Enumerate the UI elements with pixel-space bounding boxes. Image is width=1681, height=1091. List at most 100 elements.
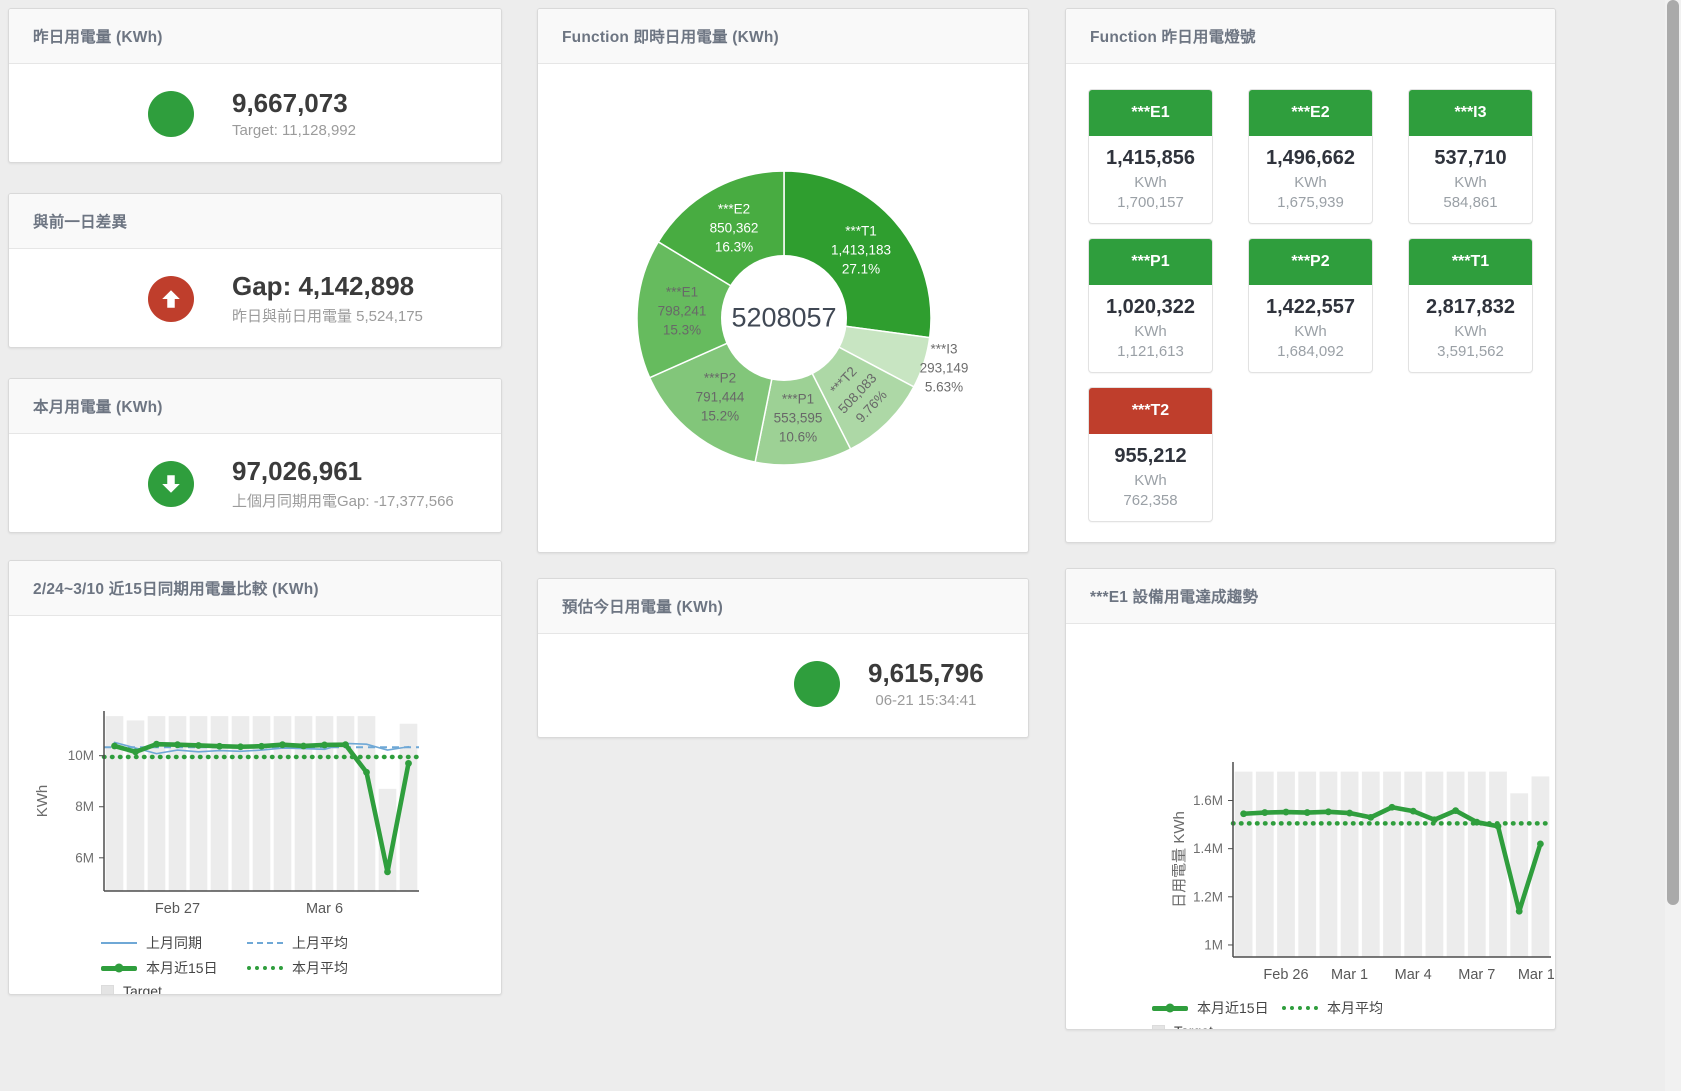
legend-item-item1[interactable]: 上月平均 bbox=[247, 933, 393, 953]
scrollbar[interactable] bbox=[1665, 0, 1681, 1091]
tile-status-header: ***T2 bbox=[1088, 387, 1213, 434]
stat-body: 97,026,961 上個月同期用電Gap: -17,377,566 bbox=[9, 434, 501, 533]
legend-item-item3[interactable]: 本月平均 bbox=[247, 958, 393, 978]
legend-swatch-square bbox=[101, 985, 114, 996]
arrow-down-icon bbox=[148, 461, 194, 507]
stat-value: Gap: 4,142,898 bbox=[232, 272, 423, 301]
stat-value: 9,667,073 bbox=[232, 89, 356, 118]
legend-label: 本月近15日 bbox=[146, 958, 218, 978]
legend-label: 本月平均 bbox=[292, 958, 348, 978]
tile-target-value: 584,861 bbox=[1409, 194, 1532, 211]
svg-text:1.6M: 1.6M bbox=[1193, 793, 1223, 808]
panel-title: 預估今日用電量 (KWh) bbox=[562, 595, 723, 617]
left-column: 昨日用電量 (KWh) 9,667,073 Target: 11,128,992… bbox=[8, 8, 502, 995]
stat-text: 9,615,796 06-21 15:34:41 bbox=[868, 659, 984, 709]
legend-swatch-dotted bbox=[1282, 1006, 1318, 1010]
panel-yesterday-usage: 昨日用電量 (KWh) 9,667,073 Target: 11,128,992 bbox=[8, 8, 502, 163]
panel-header: 預估今日用電量 (KWh) bbox=[538, 579, 1028, 634]
panel-e1-trend-chart: ***E1 設備用電達成趨勢 1.6M1.4M1.2M1MFeb 26Mar 1… bbox=[1065, 568, 1556, 1030]
legend-swatch-square bbox=[1152, 1025, 1165, 1031]
legend-swatch-thick bbox=[1152, 1006, 1188, 1011]
legend-item-15[interactable]: 本月近15日 bbox=[1152, 998, 1282, 1018]
tile-value: 2,817,832 bbox=[1409, 296, 1532, 319]
tile-unit: KWh bbox=[1249, 174, 1372, 191]
scrollbar-thumb[interactable] bbox=[1667, 0, 1679, 905]
legend-item-target[interactable]: Target bbox=[1152, 1023, 1282, 1030]
donut-center-total: 5208057 bbox=[731, 303, 836, 334]
panel-title: 與前一日差異 bbox=[33, 210, 127, 232]
light-tile-i3: ***I3537,710KWh584,861 bbox=[1408, 89, 1533, 224]
panel-day-gap: 與前一日差異 Gap: 4,142,898 昨日與前日用電量 5,524,175 bbox=[8, 193, 502, 348]
panel-title: 昨日用電量 (KWh) bbox=[33, 25, 163, 47]
tile-value: 537,710 bbox=[1409, 147, 1532, 170]
tile-target-value: 1,675,939 bbox=[1249, 194, 1372, 211]
tile-unit: KWh bbox=[1409, 323, 1532, 340]
panel-realtime-donut: Function 即時日用電量 (KWh) 5208057 ***T11,413… bbox=[537, 8, 1029, 553]
legend-label: 本月平均 bbox=[1327, 998, 1383, 1018]
light-tile-p2: ***P21,422,557KWh1,684,092 bbox=[1248, 238, 1373, 373]
svg-text:6M: 6M bbox=[75, 850, 94, 865]
e1-trend-line-chart: 1.6M1.4M1.2M1MFeb 26Mar 1Mar 4Mar 7Mar 1… bbox=[1066, 754, 1554, 992]
legend-swatch-thick bbox=[101, 966, 137, 971]
middle-column: Function 即時日用電量 (KWh) 5208057 ***T11,413… bbox=[537, 8, 1029, 738]
light-tile-t1: ***T12,817,832KWh3,591,562 bbox=[1408, 238, 1533, 373]
stat-subtitle: 上個月同期用電Gap: -17,377,566 bbox=[232, 490, 454, 511]
legend-item-target[interactable]: Target bbox=[101, 983, 247, 995]
panel-title: Function 昨日用電燈號 bbox=[1090, 25, 1256, 47]
panel-title: 本月用電量 (KWh) bbox=[33, 395, 163, 417]
svg-text:1.2M: 1.2M bbox=[1193, 889, 1223, 904]
tile-target-value: 1,121,613 bbox=[1089, 343, 1212, 360]
legend-swatch-dashed bbox=[247, 942, 283, 944]
tile-unit: KWh bbox=[1089, 174, 1212, 191]
svg-text:Mar 10: Mar 10 bbox=[1518, 967, 1554, 983]
stat-value: 97,026,961 bbox=[232, 457, 454, 486]
compare15-line-chart: 10M8M6MFeb 27Mar 6KWh bbox=[9, 701, 487, 929]
panel-compare15-chart: 2/24~3/10 近15日同期用電量比較 (KWh) 10M8M6MFeb 2… bbox=[8, 560, 502, 995]
tile-status-header: ***E2 bbox=[1248, 89, 1373, 136]
legend-item-item0[interactable]: 上月同期 bbox=[101, 933, 247, 953]
donut-chart-area: 5208057 ***T11,413,18327.1%***I3293,1495… bbox=[538, 64, 1028, 553]
legend-label: Target bbox=[1174, 1023, 1213, 1030]
legend-item-15[interactable]: 本月近15日 bbox=[101, 958, 247, 978]
panel-header: Function 即時日用電量 (KWh) bbox=[538, 9, 1028, 64]
stat-text: Gap: 4,142,898 昨日與前日用電量 5,524,175 bbox=[232, 272, 423, 326]
panel-yesterday-lights: Function 昨日用電燈號 ***E11,415,856KWh1,700,1… bbox=[1065, 8, 1556, 543]
panel-title: ***E1 設備用電達成趨勢 bbox=[1090, 585, 1258, 607]
arrow-up-icon bbox=[148, 276, 194, 322]
legend-label: Target bbox=[123, 983, 162, 995]
stat-value: 9,615,796 bbox=[868, 659, 984, 688]
light-tile-t2: ***T2955,212KWh762,358 bbox=[1088, 387, 1213, 522]
e1-trend-legend: 本月近15日 本月平均 Target bbox=[1152, 998, 1555, 1030]
panel-header: 昨日用電量 (KWh) bbox=[9, 9, 501, 64]
svg-text:Mar 6: Mar 6 bbox=[306, 901, 343, 917]
tile-value: 1,496,662 bbox=[1249, 147, 1372, 170]
svg-text:KWh: KWh bbox=[34, 785, 51, 818]
svg-text:1M: 1M bbox=[1204, 937, 1223, 952]
tile-status-header: ***P2 bbox=[1248, 238, 1373, 285]
panel-estimate-today: 預估今日用電量 (KWh) 9,615,796 06-21 15:34:41 bbox=[537, 578, 1029, 738]
svg-text:Mar 1: Mar 1 bbox=[1331, 967, 1368, 983]
tile-value: 1,422,557 bbox=[1249, 296, 1372, 319]
dashboard: 昨日用電量 (KWh) 9,667,073 Target: 11,128,992… bbox=[0, 0, 1681, 1091]
stat-body: 9,615,796 06-21 15:34:41 bbox=[538, 634, 1028, 734]
stat-body: Gap: 4,142,898 昨日與前日用電量 5,524,175 bbox=[9, 249, 501, 348]
status-circle-green bbox=[794, 661, 840, 707]
svg-text:10M: 10M bbox=[68, 748, 94, 763]
compare15-legend: 上月同期上月平均本月近15日 本月平均 Target bbox=[101, 933, 501, 995]
stat-subtitle: Target: 11,128,992 bbox=[232, 122, 356, 139]
tile-unit: KWh bbox=[1089, 472, 1212, 489]
tile-target-value: 3,591,562 bbox=[1409, 343, 1532, 360]
stat-text: 97,026,961 上個月同期用電Gap: -17,377,566 bbox=[232, 457, 454, 511]
tile-unit: KWh bbox=[1409, 174, 1532, 191]
panel-month-usage: 本月用電量 (KWh) 97,026,961 上個月同期用電Gap: -17,3… bbox=[8, 378, 502, 533]
tile-target-value: 762,358 bbox=[1089, 492, 1212, 509]
legend-swatch-thin bbox=[101, 942, 137, 944]
legend-swatch-dotted bbox=[247, 966, 283, 970]
svg-text:日用電量 KWh: 日用電量 KWh bbox=[1171, 811, 1188, 908]
chart-spacer bbox=[1066, 624, 1555, 754]
status-circle-green bbox=[148, 91, 194, 137]
legend-item-item1[interactable]: 本月平均 bbox=[1282, 998, 1412, 1018]
tile-target-value: 1,684,092 bbox=[1249, 343, 1372, 360]
tile-status-header: ***E1 bbox=[1088, 89, 1213, 136]
panel-header: 與前一日差異 bbox=[9, 194, 501, 249]
